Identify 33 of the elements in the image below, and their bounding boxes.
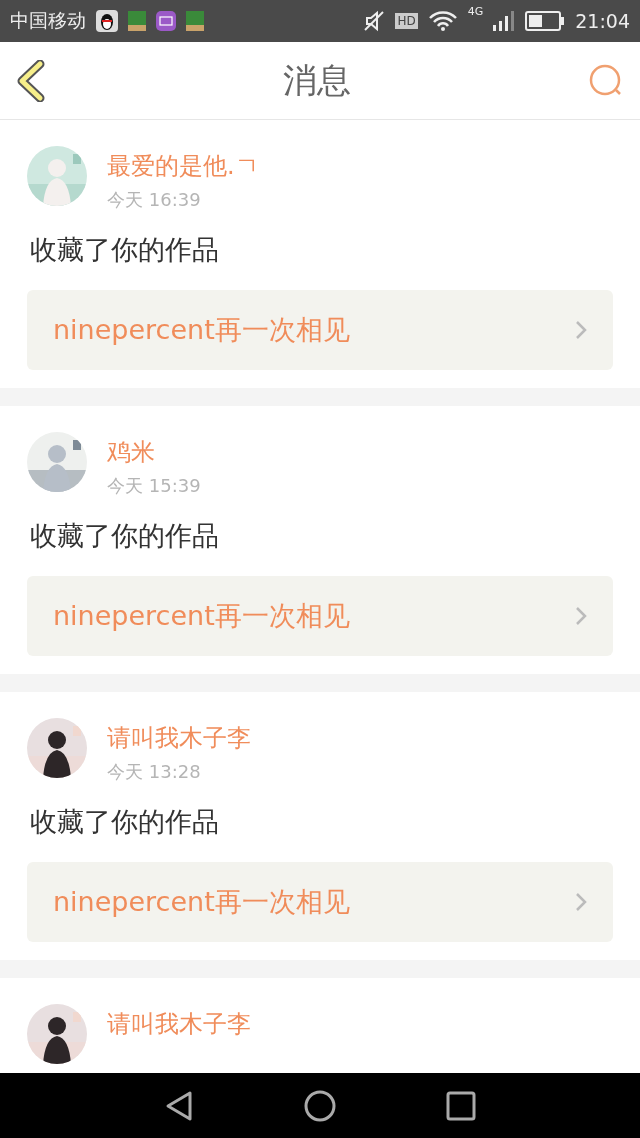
signal-icon (493, 11, 516, 31)
chevron-icon (575, 606, 587, 626)
message-text: 收藏了你的作品 (30, 233, 220, 267)
back-nav-button[interactable] (164, 1089, 194, 1122)
back-button[interactable] (16, 59, 46, 102)
message-time: 今天 13:28 (107, 760, 202, 784)
hd-label: HD (395, 13, 418, 29)
home-nav-button[interactable] (304, 1089, 336, 1122)
message-text: 收藏了你的作品 (30, 519, 220, 553)
mute-icon (363, 10, 386, 32)
app-icon (186, 11, 204, 31)
user-name[interactable]: 请叫我木子李 (107, 1008, 251, 1040)
page-title: 消息 (283, 58, 351, 102)
penguin-icon (96, 10, 118, 32)
battery-icon (525, 11, 566, 31)
work-link[interactable]: ninepercent再一次相见 (27, 290, 613, 370)
carrier-name: 中国移动 (10, 8, 86, 33)
work-link[interactable]: ninepercent再一次相见 (27, 862, 613, 942)
chevron-icon (575, 320, 587, 340)
keyboard-icon (156, 11, 176, 31)
user-name[interactable]: 鸡米 (107, 436, 201, 468)
message-time: 今天 16:39 (107, 188, 202, 212)
work-link[interactable]: ninepercent再一次相见 (27, 576, 613, 656)
wifi-icon (427, 10, 458, 32)
user-name[interactable]: 最爱的是他.ㄱ (107, 150, 259, 182)
network-label: 4G (467, 5, 484, 18)
recents-nav-button[interactable] (446, 1090, 476, 1121)
user-name[interactable]: 请叫我木子李 (107, 722, 251, 754)
app-icon (128, 11, 146, 31)
message-time: 今天 15:39 (107, 474, 201, 498)
message-text: 收藏了你的作品 (30, 805, 220, 839)
chevron-icon (575, 892, 587, 912)
clock-time: 21:04 (575, 10, 630, 32)
